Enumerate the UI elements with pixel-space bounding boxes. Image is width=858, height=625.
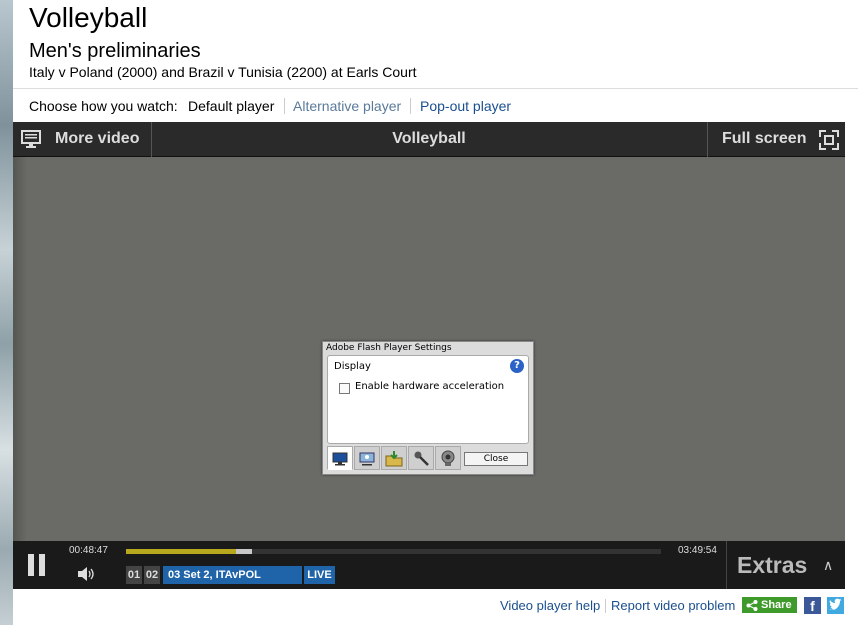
flash-section-heading: Display: [334, 361, 371, 372]
help-icon[interactable]: ?: [510, 359, 524, 373]
close-button[interactable]: Close: [464, 452, 528, 466]
header: Volleyball Men's preliminaries Italy v P…: [13, 0, 858, 88]
video-area[interactable]: Adobe Flash Player Settings Display ? En…: [13, 157, 845, 541]
seek-bar[interactable]: [126, 549, 661, 554]
seek-handle[interactable]: [236, 549, 252, 554]
seek-progress: [126, 549, 236, 554]
facebook-icon[interactable]: f: [804, 597, 821, 614]
hardware-acceleration-label: Enable hardware acceleration: [355, 381, 505, 392]
page-subtitle: Men's preliminaries: [29, 40, 201, 62]
player-top-bar: More video Volleyball Full screen: [13, 122, 845, 157]
video-player-help-link[interactable]: Video player help: [500, 598, 600, 613]
microphone-icon[interactable]: [408, 446, 434, 470]
player-controls: 00:48:47 03:49:54 01 02 03 Set 2, ITAvPOL…: [13, 541, 845, 589]
divider: [410, 98, 411, 114]
video-player: More video Volleyball Full screen Adobe …: [13, 122, 845, 589]
active-chip-label: Set 2, ITAvPOL: [183, 569, 261, 581]
twitter-icon[interactable]: [827, 597, 844, 614]
chapter-chip-02[interactable]: 02: [144, 566, 160, 584]
privacy-icon[interactable]: [354, 446, 380, 470]
share-icon: [746, 600, 758, 611]
extras-label: Extras: [737, 552, 808, 578]
default-player-option: Default player: [188, 98, 275, 114]
pause-icon: [28, 554, 45, 576]
share-label: Share: [761, 599, 792, 611]
watch-options-label: Choose how you watch:: [29, 98, 178, 114]
display-icon[interactable]: [327, 446, 353, 470]
camera-icon[interactable]: [435, 446, 461, 470]
duration-time: 03:49:54: [678, 545, 717, 556]
speaker-icon: [78, 567, 94, 581]
flash-settings-dialog: Adobe Flash Player Settings Display ? En…: [322, 341, 534, 475]
flash-dialog-panel: Display ? Enable hardware acceleration: [327, 355, 529, 444]
current-time: 00:48:47: [69, 545, 108, 556]
flash-tab-bar: [327, 446, 463, 470]
volume-button[interactable]: [77, 567, 95, 586]
live-badge[interactable]: LIVE: [304, 566, 335, 584]
pop-out-player-link[interactable]: Pop-out player: [420, 98, 511, 114]
pause-button[interactable]: [27, 554, 47, 581]
share-button[interactable]: Share: [742, 597, 797, 613]
fullscreen-icon: [819, 130, 839, 150]
full-screen-button[interactable]: Full screen: [707, 122, 845, 157]
hardware-acceleration-checkbox[interactable]: [339, 383, 350, 394]
divider: [284, 98, 285, 114]
video-edge: [13, 157, 27, 541]
active-chip-number: 03: [168, 569, 181, 581]
chapter-chip-active[interactable]: 03 Set 2, ITAvPOL: [163, 566, 302, 584]
player-footer: Video player help Report video problem S…: [13, 589, 858, 625]
page: Volleyball Men's preliminaries Italy v P…: [0, 0, 858, 625]
full-screen-label: Full screen: [722, 130, 807, 147]
storage-icon[interactable]: [381, 446, 407, 470]
chapter-chip-01[interactable]: 01: [126, 566, 142, 584]
watch-options-bar: Choose how you watch: Default player Alt…: [13, 88, 858, 122]
page-title: Volleyball: [29, 2, 148, 33]
chevron-up-icon: ∧: [823, 557, 834, 573]
alternative-player-link[interactable]: Alternative player: [293, 98, 401, 114]
event-description: Italy v Poland (2000) and Brazil v Tunis…: [29, 64, 417, 80]
flash-dialog-title: Adobe Flash Player Settings: [326, 343, 452, 353]
extras-button[interactable]: Extras ∧: [726, 541, 845, 589]
report-video-problem-link[interactable]: Report video problem: [611, 598, 735, 613]
background-image-strip: [0, 0, 13, 625]
divider: [605, 599, 606, 613]
